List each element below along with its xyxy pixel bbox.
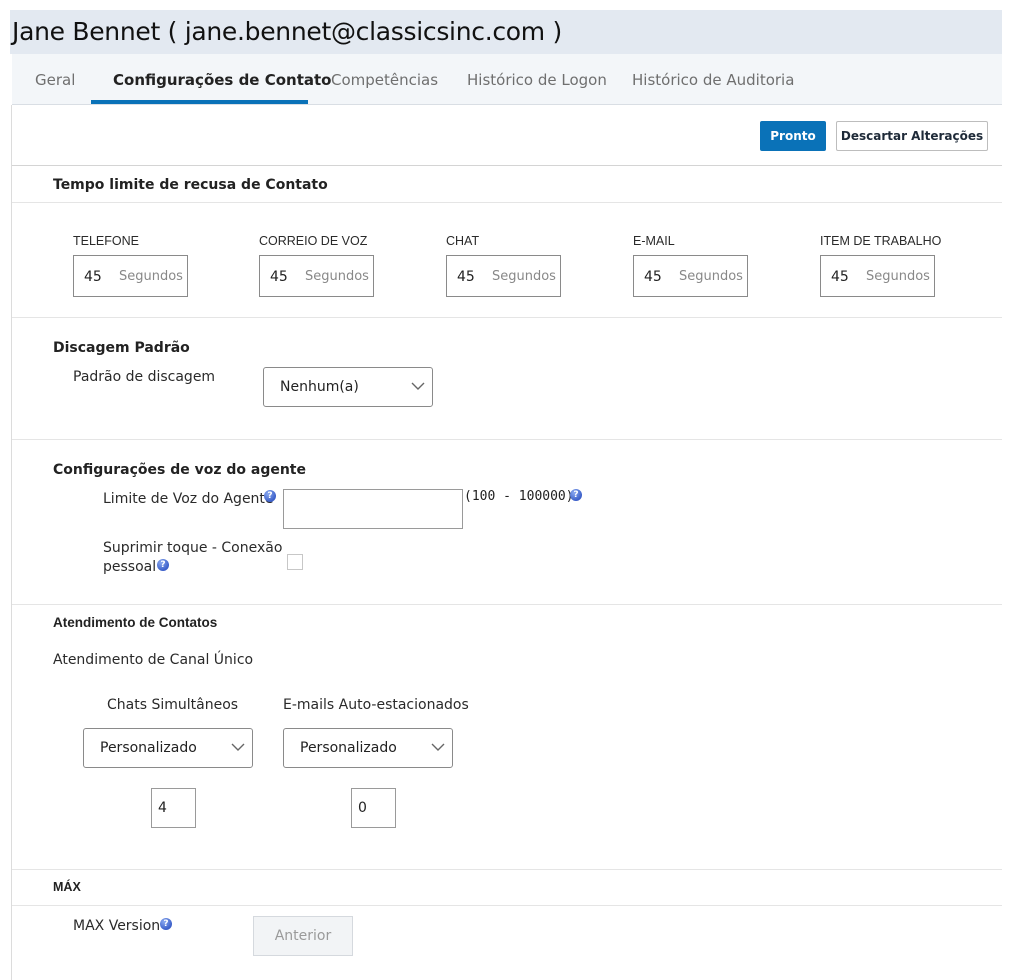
phone-timeout-input[interactable]: 45 Segundos (73, 255, 188, 297)
max-heading: MÁX (53, 880, 81, 894)
agent-voice-heading: Configurações de voz do agente (53, 462, 306, 478)
divider (12, 869, 1002, 870)
select-value: Nenhum(a) (280, 379, 359, 395)
timeout-unit: Segundos (866, 269, 930, 284)
email-timeout-input[interactable]: 45 Segundos (633, 255, 748, 297)
simultaneous-chats-select[interactable]: Personalizado (83, 728, 253, 768)
single-channel-label: Atendimento de Canal Único (53, 652, 254, 668)
timeout-value: 45 (457, 269, 475, 285)
discard-changes-button[interactable]: Descartar Alterações (836, 121, 988, 151)
agent-voice-limit-input[interactable] (283, 489, 463, 529)
refusal-timeout-heading: Tempo limite de recusa de Contato (53, 177, 328, 193)
auto-parked-emails-label: E-mails Auto-estacionados (283, 697, 469, 713)
chevron-down-icon (431, 743, 445, 751)
agent-voice-limit-label: Limite de Voz do Agente (103, 491, 274, 507)
help-icon[interactable]: ? (264, 490, 276, 502)
work-item-timeout-label: ITEM DE TRABALHO (820, 234, 942, 248)
tab-logon-history[interactable]: Histórico de Logon (467, 54, 607, 105)
chat-timeout-label: CHAT (446, 234, 480, 248)
divider (12, 202, 1002, 203)
active-tab-indicator (91, 100, 308, 104)
input-value: 4 (158, 800, 167, 816)
voice-limit-range: (100 - 100000) (464, 489, 574, 504)
select-value: Personalizado (100, 740, 197, 756)
timeout-unit: Segundos (492, 269, 556, 284)
phone-timeout-label: TELEFONE (73, 234, 139, 248)
timeout-unit: Segundos (305, 269, 369, 284)
contact-handling-heading: Atendimento de Contatos (53, 615, 218, 630)
divider (12, 905, 1002, 906)
content-left-border (11, 105, 12, 980)
tab-skills[interactable]: Competências (331, 54, 438, 105)
auto-parked-emails-input[interactable]: 0 (351, 788, 396, 828)
work-item-timeout-input[interactable]: 45 Segundos (820, 255, 935, 297)
help-icon[interactable]: ? (570, 489, 582, 501)
default-dialing-heading: Discagem Padrão (53, 340, 190, 356)
help-icon[interactable]: ? (160, 918, 172, 930)
timeout-unit: Segundos (119, 269, 183, 284)
simultaneous-chats-input[interactable]: 4 (151, 788, 196, 828)
help-icon[interactable]: ? (157, 559, 169, 571)
user-settings-page: Jane Bennet ( jane.bennet@classicsinc.co… (0, 0, 1014, 980)
voicemail-timeout-input[interactable]: 45 Segundos (259, 255, 374, 297)
timeout-value: 45 (644, 269, 662, 285)
suppress-ring-label-line2: pessoal (103, 559, 157, 575)
chat-timeout-input[interactable]: 45 Segundos (446, 255, 561, 297)
divider (12, 165, 1002, 166)
select-value: Personalizado (300, 740, 397, 756)
chevron-down-icon (231, 743, 245, 751)
tab-general[interactable]: Geral (35, 54, 75, 105)
page-title: Jane Bennet ( jane.bennet@classicsinc.co… (12, 17, 562, 46)
done-button[interactable]: Pronto (760, 121, 826, 151)
dialing-pattern-label: Padrão de discagem (73, 369, 216, 385)
simultaneous-chats-label: Chats Simultâneos (107, 697, 239, 713)
divider (12, 439, 1002, 440)
email-timeout-label: E-MAIL (633, 234, 675, 248)
tab-contact-settings[interactable]: Configurações de Contato (113, 54, 331, 105)
auto-parked-emails-select[interactable]: Personalizado (283, 728, 453, 768)
chevron-down-icon (411, 382, 425, 390)
dialing-pattern-select[interactable]: Nenhum(a) (263, 367, 433, 407)
max-version-label: MAX Version (73, 918, 161, 934)
previous-version-button[interactable]: Anterior (253, 916, 353, 956)
tab-bar: Geral Configurações de Contato Competênc… (12, 54, 1002, 105)
timeout-unit: Segundos (679, 269, 743, 284)
tab-audit-history[interactable]: Histórico de Auditoria (632, 54, 794, 105)
divider (12, 317, 1002, 318)
timeout-value: 45 (84, 269, 102, 285)
timeout-value: 45 (831, 269, 849, 285)
suppress-ring-checkbox[interactable] (287, 554, 303, 570)
divider (12, 604, 1002, 605)
voicemail-timeout-label: CORREIO DE VOZ (259, 234, 368, 248)
suppress-ring-label-line1: Suprimir toque - Conexão (103, 540, 283, 556)
title-bar: Jane Bennet ( jane.bennet@classicsinc.co… (10, 10, 1002, 54)
input-value: 0 (358, 800, 367, 816)
timeout-value: 45 (270, 269, 288, 285)
